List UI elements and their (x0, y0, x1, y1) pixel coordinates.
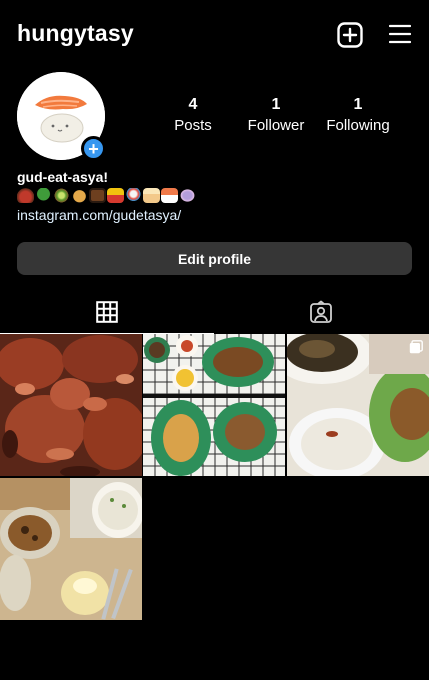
hamburger-menu-icon[interactable] (389, 24, 411, 44)
food-spread-photo (143, 334, 285, 476)
candy-icon (179, 188, 196, 203)
followers-count-value: 1 (271, 96, 281, 113)
posts-count[interactable]: 4 Posts (168, 96, 218, 134)
profile-display-name: gud-eat-asya! (17, 169, 109, 185)
sushi-icon (161, 188, 178, 203)
fries-icon (107, 188, 124, 203)
stew-pot-icon (17, 188, 34, 203)
profile-header: hungytasy (0, 0, 429, 70)
bento-icon (89, 188, 106, 203)
bio-link[interactable]: instagram.com/gudetasya/ (17, 207, 181, 223)
followers-count-label: Follower (247, 117, 305, 134)
post-thumbnail[interactable] (287, 334, 429, 476)
followers-count[interactable]: 1 Follower (243, 96, 309, 134)
tab-grid[interactable] (0, 290, 214, 334)
post-thumbnail[interactable] (0, 334, 142, 476)
add-story-button[interactable]: + (81, 136, 106, 161)
rice-noodles-photo (287, 334, 429, 476)
plus-square-icon[interactable] (337, 22, 363, 48)
dessert-photo (0, 478, 142, 620)
fried-chicken-photo (0, 334, 142, 476)
broccoli-icon (35, 188, 52, 203)
multiple-photos-icon (409, 340, 423, 354)
tagged-person-icon (310, 300, 332, 323)
edit-profile-button[interactable]: Edit profile (17, 242, 412, 275)
posts-count-value: 4 (188, 96, 198, 113)
lollipop-icon (125, 188, 142, 203)
profile-tabs (0, 290, 429, 334)
username-title[interactable]: hungytasy (17, 20, 134, 47)
post-thumbnail[interactable] (143, 334, 285, 476)
posts-count-label: Posts (174, 117, 212, 134)
kiwi-icon (53, 188, 70, 203)
post-thumbnail[interactable] (0, 478, 142, 620)
following-count-label: Following (326, 117, 390, 134)
bio-emoji-row (17, 188, 196, 203)
cake-icon (143, 188, 160, 203)
tab-tagged[interactable] (214, 290, 428, 334)
pie-icon (71, 188, 88, 203)
following-count[interactable]: 1 Following (322, 96, 394, 134)
following-count-value: 1 (353, 96, 363, 113)
grid-icon (96, 300, 118, 323)
